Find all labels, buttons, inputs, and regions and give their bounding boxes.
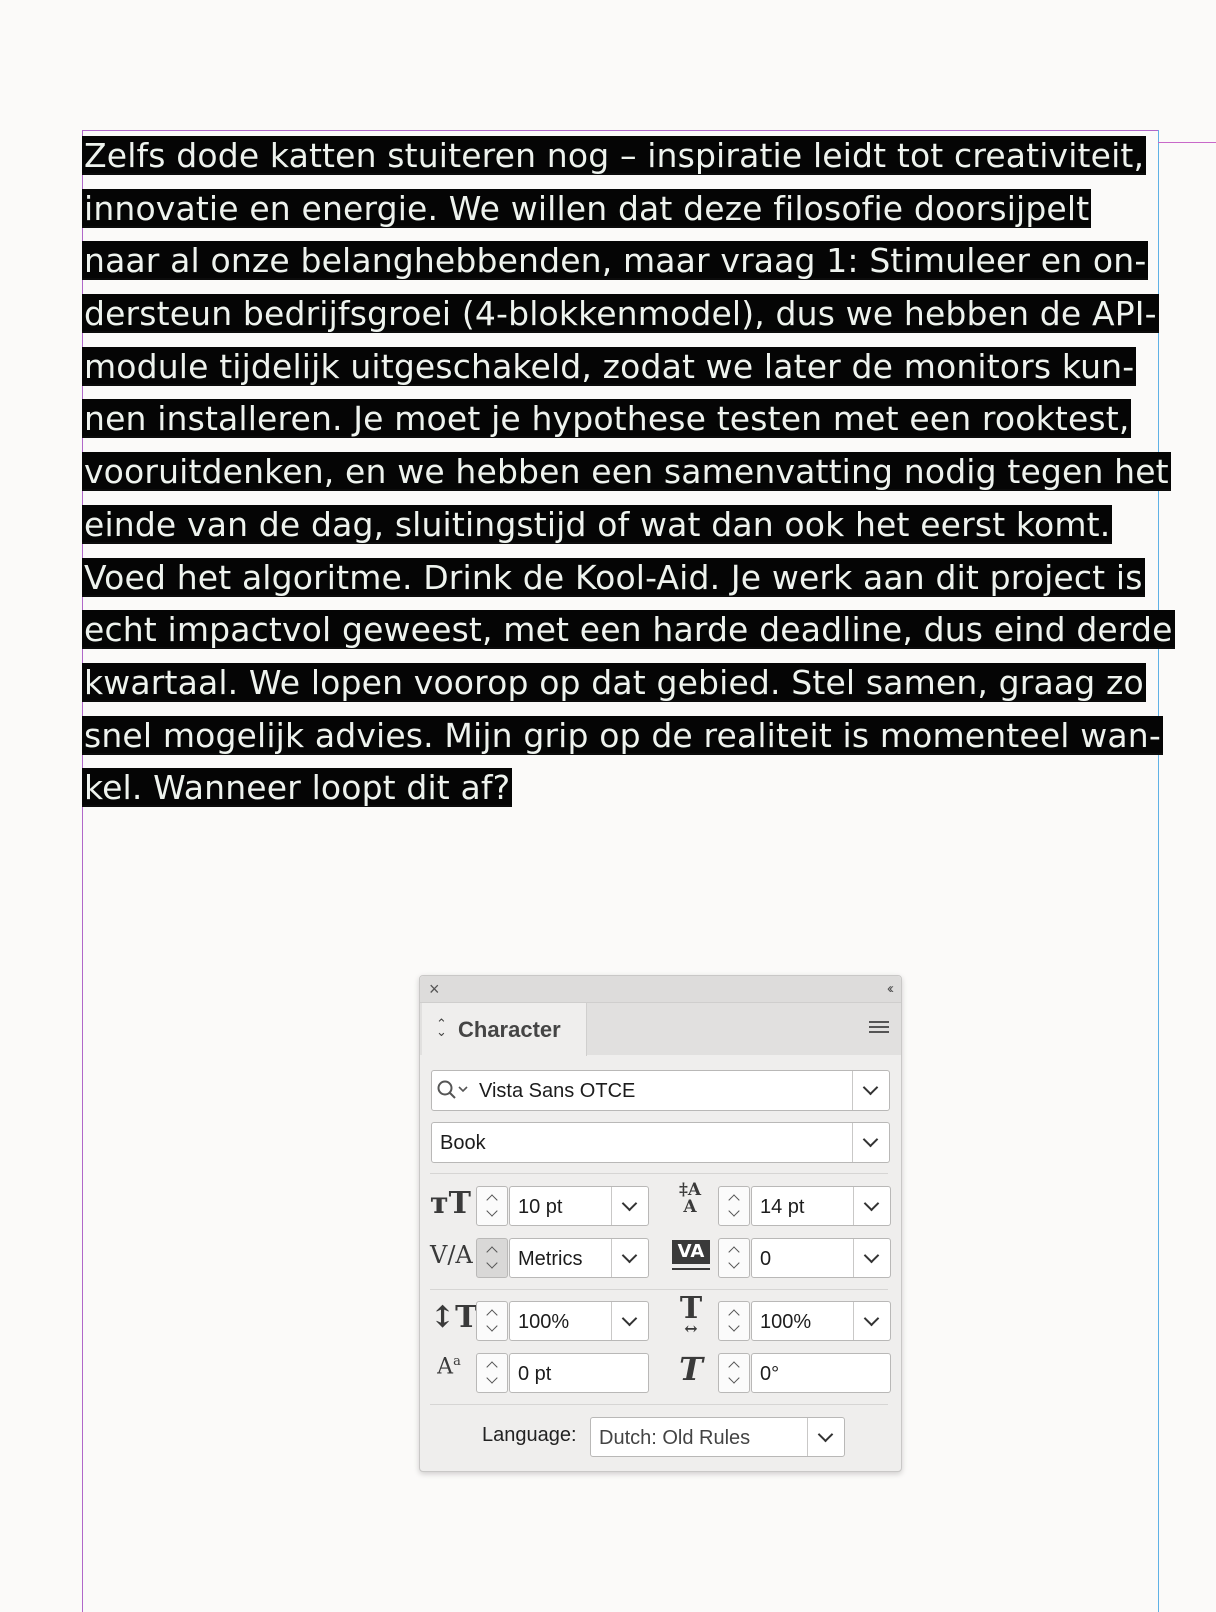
text-line[interactable]: dersteun bedrijfsgroei (4-blokkenmodel),… xyxy=(82,288,1162,341)
kerning-icon: V/A xyxy=(430,1241,473,1269)
selected-text[interactable]: snel mogelijk advies. Mijn grip op de re… xyxy=(82,715,1163,755)
panel-menu-icon[interactable] xyxy=(869,1021,889,1036)
text-line[interactable]: Voed het algoritme. Drink de Kool-Aid. J… xyxy=(82,552,1162,605)
selected-text[interactable]: kwartaal. We lopen voorop op dat gebied.… xyxy=(82,662,1146,702)
selected-text[interactable]: vooruitdenken, en we hebben een samenvat… xyxy=(82,452,1171,492)
tracking-value: 0 xyxy=(760,1248,772,1270)
vertical-scale-field[interactable]: 100% xyxy=(509,1301,649,1341)
selected-text[interactable]: Zelfs dode katten stuiteren nog – inspir… xyxy=(82,136,1147,175)
panel-divider xyxy=(430,1173,888,1174)
font-size-value: 10 pt xyxy=(518,1196,563,1218)
font-family-value: Vista Sans OTCE xyxy=(479,1080,636,1102)
vertical-scale-stepper[interactable] xyxy=(476,1301,508,1341)
baseline-shift-icon: Aa xyxy=(437,1354,461,1380)
leading-field[interactable]: 14 pt xyxy=(751,1186,891,1226)
selected-text[interactable]: module tijdelijk uitgeschakeld, zodat we… xyxy=(82,346,1137,386)
tracking-field[interactable]: 0 xyxy=(751,1238,891,1278)
kerning-stepper[interactable] xyxy=(476,1238,508,1278)
skew-field[interactable]: 0° xyxy=(751,1353,891,1393)
panel-divider xyxy=(430,1289,888,1290)
selected-text[interactable]: echt impactvol geweest, met een harde de… xyxy=(82,610,1175,650)
close-icon[interactable]: × xyxy=(429,979,440,999)
text-line[interactable]: naar al onze belanghebbenden, maar vraag… xyxy=(82,235,1162,288)
baseline-shift-value: 0 pt xyxy=(518,1363,552,1385)
selected-text[interactable]: Voed het algoritme. Drink de Kool-Aid. J… xyxy=(82,557,1145,597)
panel-divider xyxy=(430,1404,888,1405)
selected-text[interactable]: kel. Wanneer loopt dit af? xyxy=(82,768,513,808)
vertical-scale-icon: ↕T xyxy=(430,1300,478,1335)
horizontal-scale-stepper[interactable] xyxy=(718,1301,750,1341)
tab-label: Character xyxy=(458,1017,561,1042)
language-label: Language: xyxy=(482,1424,577,1446)
skew-value: 0° xyxy=(760,1363,780,1385)
baseline-shift-stepper[interactable] xyxy=(476,1353,508,1393)
font-size-dropdown[interactable] xyxy=(611,1187,648,1225)
selected-text[interactable]: einde van de dag, sluitingstijd of wat d… xyxy=(82,504,1113,544)
font-family-dropdown[interactable] xyxy=(852,1071,889,1110)
text-line[interactable]: nen installeren. Je moet je hypothese te… xyxy=(82,393,1162,446)
language-value: Dutch: Old Rules xyxy=(599,1427,751,1449)
text-line[interactable]: kel. Wanneer loopt dit af? xyxy=(82,762,1162,815)
collapse-panel-icon[interactable]: ‹‹ xyxy=(887,979,894,999)
tab-reorder-icon: ⌃ ⌄ xyxy=(436,1016,447,1039)
kerning-dropdown[interactable] xyxy=(611,1239,648,1277)
tab-character[interactable]: ⌃ ⌄ Character xyxy=(422,1003,587,1056)
horizontal-scale-value: 100% xyxy=(760,1311,812,1333)
chevron-down-icon xyxy=(862,1131,879,1148)
text-line[interactable]: snel mogelijk advies. Mijn grip op de re… xyxy=(82,710,1163,763)
selected-text[interactable]: nen installeren. Je moet je hypothese te… xyxy=(82,399,1132,439)
font-size-stepper[interactable] xyxy=(476,1186,508,1226)
vertical-scale-value: 100% xyxy=(518,1311,570,1333)
text-line[interactable]: innovatie en energie. We willen dat deze… xyxy=(82,183,1162,236)
leading-stepper[interactable] xyxy=(718,1186,750,1226)
selected-text[interactable]: innovatie en energie. We willen dat deze… xyxy=(82,188,1092,228)
vertical-scale-dropdown[interactable] xyxy=(611,1302,648,1340)
chevron-down-icon xyxy=(621,1195,638,1212)
font-style-field[interactable]: Book xyxy=(431,1122,890,1163)
font-size-icon: тT xyxy=(430,1186,471,1221)
chevron-down-icon xyxy=(863,1310,880,1327)
text-frame[interactable]: Zelfs dode katten stuiteren nog – inspir… xyxy=(82,130,1175,815)
panel-tab-row: ⌃ ⌄ Character xyxy=(420,1003,901,1056)
horizontal-scale-field[interactable]: 100% xyxy=(751,1301,891,1341)
leading-value: 14 pt xyxy=(760,1196,805,1218)
skew-stepper[interactable] xyxy=(718,1353,750,1393)
text-line[interactable]: echt impactvol geweest, met een harde de… xyxy=(82,604,1175,657)
font-size-field[interactable]: 10 pt xyxy=(509,1186,649,1226)
margin-guide-tick xyxy=(1158,142,1216,143)
chevron-down-icon xyxy=(863,1195,880,1212)
panel-titlebar[interactable]: × ‹‹ xyxy=(420,976,901,1003)
horizontal-scale-icon: T ↔ xyxy=(679,1291,703,1338)
chevron-down-icon xyxy=(621,1247,638,1264)
kerning-value: Metrics xyxy=(518,1248,583,1270)
font-style-dropdown[interactable] xyxy=(852,1123,889,1162)
skew-icon: T xyxy=(679,1350,703,1388)
text-line[interactable]: Zelfs dode katten stuiteren nog – inspir… xyxy=(82,130,1162,183)
character-panel: × ‹‹ ⌃ ⌄ Character Vista Sans OTCE Book т… xyxy=(419,975,902,1472)
selected-text[interactable]: dersteun bedrijfsgroei (4-blokkenmodel),… xyxy=(82,294,1159,334)
text-line[interactable]: einde van de dag, sluitingstijd of wat d… xyxy=(82,499,1162,552)
text-line[interactable]: kwartaal. We lopen voorop op dat gebied.… xyxy=(82,657,1162,710)
chevron-down-icon xyxy=(621,1310,638,1327)
chevron-down-icon xyxy=(862,1079,879,1096)
search-icon xyxy=(437,1080,468,1099)
tracking-arrow-icon xyxy=(672,1268,710,1270)
text-line[interactable]: module tijdelijk uitgeschakeld, zodat we… xyxy=(82,341,1162,394)
text-line[interactable]: vooruitdenken, en we hebben een samenvat… xyxy=(82,446,1171,499)
selected-text[interactable]: naar al onze belanghebbenden, maar vraag… xyxy=(82,241,1149,281)
baseline-shift-field[interactable]: 0 pt xyxy=(509,1353,649,1393)
font-family-field[interactable]: Vista Sans OTCE xyxy=(431,1070,890,1111)
language-dropdown[interactable] xyxy=(807,1418,844,1456)
tracking-icon: VA xyxy=(672,1240,710,1264)
leading-dropdown[interactable] xyxy=(853,1187,890,1225)
language-field[interactable]: Dutch: Old Rules xyxy=(590,1417,845,1457)
font-style-value: Book xyxy=(440,1132,486,1154)
tracking-dropdown[interactable] xyxy=(853,1239,890,1277)
leading-icon: ‡A A xyxy=(678,1180,702,1217)
chevron-down-icon xyxy=(863,1247,880,1264)
kerning-field[interactable]: Metrics xyxy=(509,1238,649,1278)
tracking-stepper[interactable] xyxy=(718,1238,750,1278)
chevron-down-icon xyxy=(817,1426,834,1443)
horizontal-scale-dropdown[interactable] xyxy=(853,1302,890,1340)
